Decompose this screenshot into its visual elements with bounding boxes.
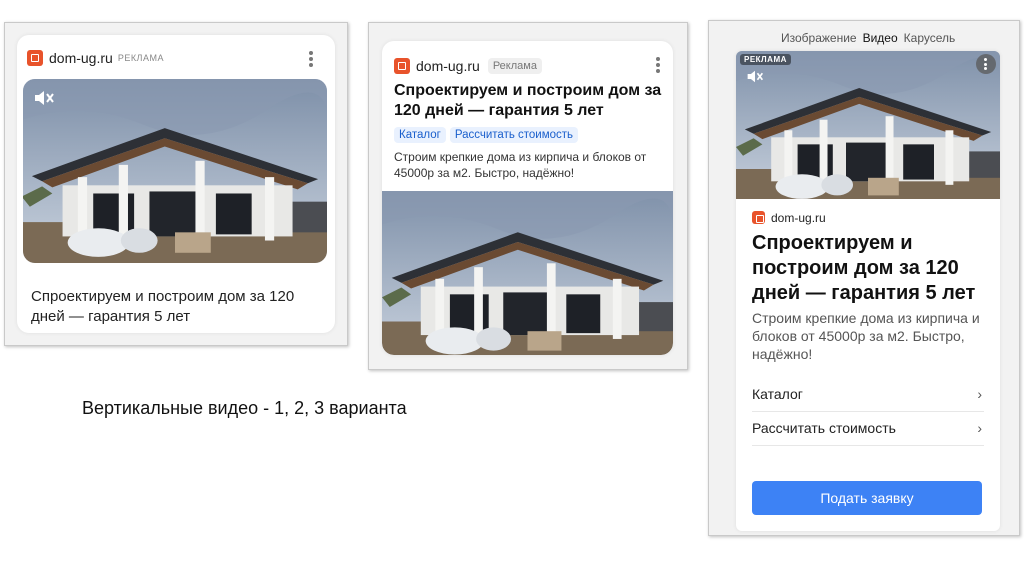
variant1-video[interactable] <box>23 79 327 263</box>
mute-icon[interactable] <box>33 89 55 107</box>
variant1-frame: dom-ug.ru РЕКЛАМА Спроектируем и построим… <box>4 22 348 346</box>
variant2-frame: dom-ug.ru Реклама Спроектируем и построим… <box>368 22 688 370</box>
more-menu-icon[interactable] <box>656 57 660 73</box>
chevron-right-icon: › <box>977 386 982 402</box>
more-menu-icon[interactable] <box>309 51 313 67</box>
mute-icon[interactable] <box>746 69 764 84</box>
site-logo-icon <box>394 57 410 74</box>
link-catalog-label: Каталог <box>752 386 803 402</box>
variant2-source: dom-ug.ru Реклама <box>394 57 542 75</box>
chip-catalog[interactable]: Каталог <box>394 127 446 143</box>
slide-caption: Вертикальные видео - 1, 2, 3 варианта <box>82 398 407 418</box>
variant3-headline[interactable]: Спроектируем и построим дом за 120 дней … <box>752 231 992 306</box>
variant1-card[interactable]: dom-ug.ru РЕКЛАМА Спроектируем и построим… <box>17 35 335 333</box>
variant3-source: dom-ug.ru <box>752 209 826 227</box>
variant2-headline[interactable]: Спроектируем и построим дом за 120 дней … <box>394 81 664 121</box>
site-logo-icon <box>752 211 765 225</box>
submit-request-button[interactable]: Подать заявку <box>752 481 982 515</box>
link-catalog[interactable]: Каталог › <box>752 377 984 412</box>
variant1-domain[interactable]: dom-ug.ru <box>49 50 113 66</box>
site-logo-icon <box>27 49 43 66</box>
link-calculate[interactable]: Рассчитать стоимость › <box>752 411 984 446</box>
variant1-source: dom-ug.ru РЕКЛАМА <box>27 49 164 67</box>
variant3-ad-label: РЕКЛАМА <box>740 54 791 65</box>
chip-calculate[interactable]: Рассчитать стоимость <box>449 127 579 143</box>
tab-video[interactable]: Видео <box>863 31 898 45</box>
variant2-description: Строим крепкие дома из кирпича и блоков … <box>394 150 647 180</box>
variant2-domain[interactable]: dom-ug.ru <box>416 58 480 74</box>
tab-image[interactable]: Изображение <box>781 31 857 45</box>
link-calculate-label: Рассчитать стоимость <box>752 420 896 436</box>
variant3-card[interactable]: РЕКЛАМА dom-ug.ru Спроектируем и построи… <box>736 51 1000 531</box>
variant2-ad-label: Реклама <box>487 57 542 74</box>
format-tabs: Изображение Видео Карусель <box>781 31 961 45</box>
variant1-headline[interactable]: Спроектируем и построим дом за 120 дней … <box>31 287 316 327</box>
variant2-card[interactable]: dom-ug.ru Реклама Спроектируем и построим… <box>382 41 673 355</box>
variant2-chips: Каталог Рассчитать стоимость <box>394 125 582 143</box>
variant3-frame: Изображение Видео Карусель РЕКЛАМА dom-ug.… <box>708 20 1020 536</box>
variant3-video[interactable]: РЕКЛАМА <box>736 51 1000 199</box>
more-menu-icon[interactable] <box>976 54 996 74</box>
variant1-ad-label: РЕКЛАМА <box>117 52 164 63</box>
variant2-video[interactable] <box>382 191 673 355</box>
tab-carousel[interactable]: Карусель <box>904 31 956 45</box>
chevron-right-icon: › <box>977 420 982 436</box>
variant3-domain[interactable]: dom-ug.ru <box>771 211 826 225</box>
variant3-description: Строим крепкие дома из кирпича и блоков … <box>752 310 980 362</box>
